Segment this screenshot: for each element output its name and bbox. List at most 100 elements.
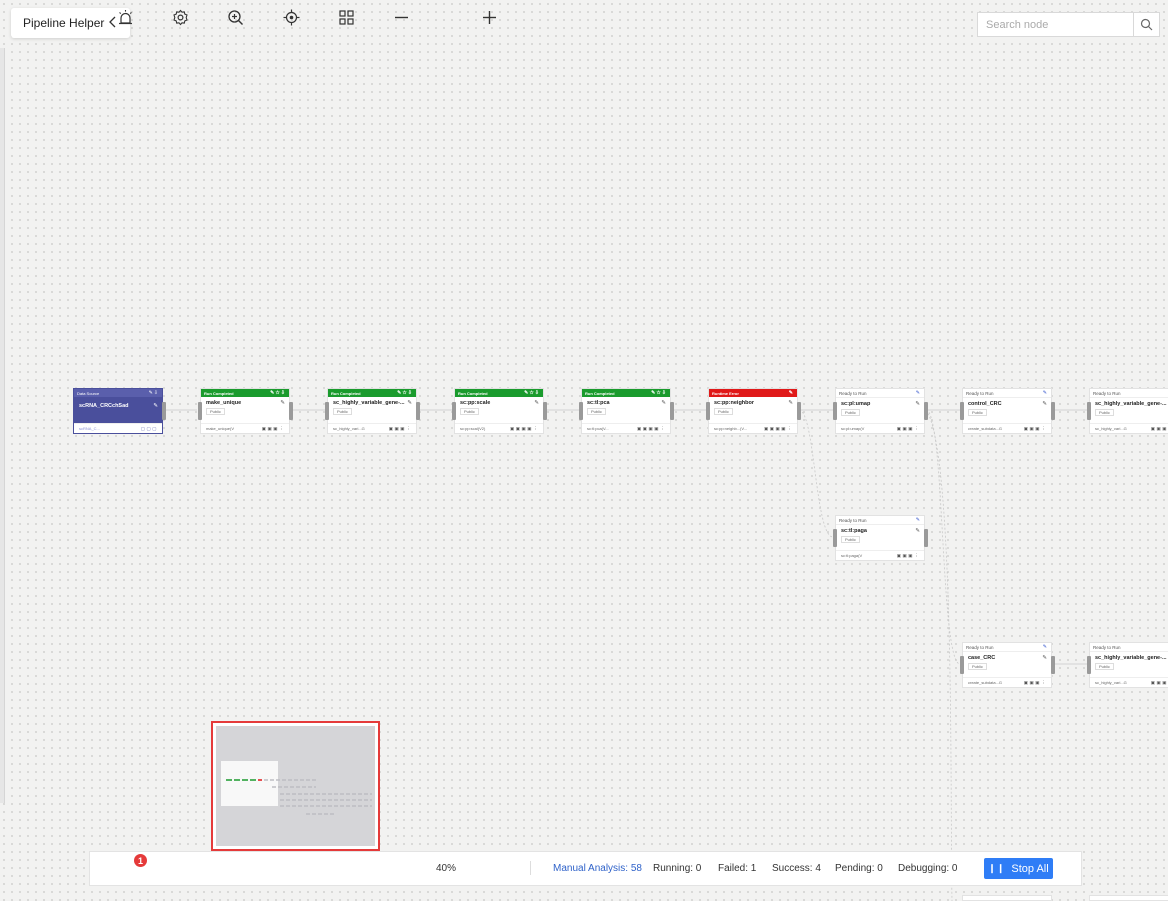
node-input-handle[interactable] [960,656,964,674]
node-input-handle[interactable] [198,402,202,420]
node-footer-icons[interactable]: ▣▣▣⋮ [1024,426,1047,432]
node-footer-icons[interactable]: ▣▣▣⋮ [897,426,920,432]
edit-icon[interactable]: ✎ [661,400,666,406]
node-footer: scRNA_C... [79,426,100,431]
node-output-handle[interactable] [1051,402,1055,420]
node-action-icons[interactable]: ✎☆⇩ [397,390,413,396]
grid-layout-icon[interactable] [338,9,355,26]
node-footer-icons[interactable]: ▣▣▣⋮ [1151,680,1168,686]
node-tag: Public [206,408,225,415]
node-tag: Public [714,408,733,415]
pipeline-node[interactable]: Ready to Run ✎ sc:pl:umap ✎ Public sc:pl:u… [833,388,928,434]
minimap-nodes [226,779,372,815]
node-status: Run Completed [585,390,615,396]
pipeline-node[interactable]: Run Completed ✎☆⇩ sc:pp:scale ✎ Public sc:… [452,388,547,434]
alarm-icon[interactable] [117,9,134,26]
search-button[interactable] [1133,13,1159,36]
node-output-handle[interactable] [162,402,166,420]
node-action-icons[interactable]: ✎ [916,517,921,523]
zoom-out-minus-icon[interactable] [393,9,410,26]
toolbar-divider [530,861,531,875]
node-tag: Public [968,409,987,416]
pipeline-helper-panel[interactable]: Pipeline Helper [11,8,130,38]
pipeline-node[interactable]: Run Completed ✎☆⇩ sc_highly_variable_gene… [325,388,420,434]
node-input-handle[interactable] [960,402,964,420]
node-output-handle[interactable] [797,402,801,420]
node-footer-icons[interactable]: ▢▢▢ [141,426,158,432]
locate-icon[interactable] [283,9,300,26]
node-status: Runtime Error [712,390,739,396]
node-input-handle[interactable] [452,402,456,420]
node-input-handle[interactable] [579,402,583,420]
node-footer-icons[interactable]: ▣▣▣▣⋮ [764,426,793,432]
node-footer-icons[interactable]: ▣▣▣⋮ [389,426,412,432]
node-action-icons[interactable]: ✎☆⇩ [270,390,286,396]
edit-icon[interactable]: ✎ [1042,655,1047,661]
pipeline-node[interactable]: Run Completed ✎☆⇩ make_unique ✎ Public mak… [198,388,293,434]
node-action-icons[interactable]: ✎⇩ [149,390,159,396]
search-node-box [977,12,1160,37]
node-footer-icons[interactable]: ▣▣▣⋮ [1024,680,1047,686]
node-input-handle[interactable] [1087,656,1091,674]
node-footer-icons[interactable]: ▣▣▣▣⋮ [637,426,666,432]
node-input-handle[interactable] [1087,402,1091,420]
node-output-handle[interactable] [289,402,293,420]
node-output-handle[interactable] [416,402,420,420]
stop-all-label: Stop All [1011,862,1049,875]
node-output-handle[interactable] [924,402,928,420]
node-status: Run Completed [331,390,361,396]
node-tag: Public [841,409,860,416]
pipeline-node[interactable]: Ready to Run✎ sc_highly_variable_gene-..… [1087,642,1168,688]
node-action-icons[interactable]: ✎ [1043,390,1048,396]
stop-all-button[interactable]: ❙❙ Stop All [984,858,1053,879]
node-status: Run Completed [204,390,234,396]
pipeline-node[interactable]: Run Completed ✎☆⇩ sc:tl:pca ✎ Public sc:tl… [579,388,674,434]
failed-count: Failed: 1 [718,863,757,874]
minimap[interactable] [211,721,380,851]
node-tag: Public [587,408,606,415]
node-footer-icons[interactable]: ▣▣▣⋮ [1151,426,1168,432]
node-output-handle[interactable] [670,402,674,420]
pipeline-helper-title: Pipeline Helper [23,16,105,30]
pipeline-node[interactable]: Ready to Run✎ sc_highly_variable_gene-..… [1087,388,1168,434]
gear-icon[interactable] [172,9,189,26]
edit-icon[interactable]: ✎ [1042,401,1047,407]
node-footer-icons[interactable]: ▣▣▣⋮ [262,426,285,432]
node-output-handle[interactable] [543,402,547,420]
pipeline-node[interactable]: Ready to Run ✎ case_CRC ✎ Public create_su… [960,642,1055,688]
node-name: sc:pl:umap [841,401,871,407]
node-tag: Public [1095,663,1114,670]
node-input-handle[interactable] [833,402,837,420]
pipeline-node-error[interactable]: Runtime Error ✎ sc:pp:neighbor ✎ Public sc… [706,388,801,434]
zoom-in-icon[interactable] [227,9,244,26]
pipeline-node[interactable]: Ready to Run ✎ control_CRC ✎ Public create… [960,388,1055,434]
node-input-handle[interactable] [833,529,837,547]
edit-icon[interactable]: ✎ [534,400,539,406]
node-action-icons[interactable]: ✎☆⇩ [524,390,540,396]
node-footer-icons[interactable]: ▣▣▣▣⋮ [510,426,539,432]
manual-analysis-count[interactable]: Manual Analysis: 58 [553,863,642,874]
edit-icon[interactable]: ✎ [280,400,285,406]
node-action-icons[interactable]: ✎ [916,390,921,396]
pipeline-node-offscreen[interactable] [1089,895,1168,901]
node-action-icons[interactable]: ✎ [789,390,794,396]
edit-icon[interactable]: ✎ [788,400,793,406]
node-action-icons[interactable]: ✎☆⇩ [651,390,667,396]
zoom-in-plus-icon[interactable] [481,9,498,26]
node-name: sc:tl:paga [841,528,867,534]
node-footer-icons[interactable]: ▣▣▣⋮ [897,553,920,559]
edit-icon[interactable]: ✎ [915,401,920,407]
edit-icon[interactable]: ✎ [153,403,158,409]
edit-icon[interactable]: ✎ [407,400,412,406]
node-input-handle[interactable] [325,402,329,420]
node-input-handle[interactable] [706,402,710,420]
pipeline-node-data-source[interactable]: Data Source ✎⇩ scRNA_CRCchSad ✎ scRNA_C.… [73,388,166,434]
node-output-handle[interactable] [1051,656,1055,674]
pipeline-node-offscreen[interactable] [962,895,1052,901]
node-action-icons[interactable]: ✎ [1043,644,1048,650]
search-node-input[interactable] [978,13,1133,36]
pipeline-node[interactable]: Ready to Run ✎ sc:tl:paga ✎ Public sc:tl:p… [833,515,928,561]
edit-icon[interactable]: ✎ [915,528,920,534]
node-output-handle[interactable] [924,529,928,547]
node-name: scRNA_CRCchSad [79,403,129,409]
